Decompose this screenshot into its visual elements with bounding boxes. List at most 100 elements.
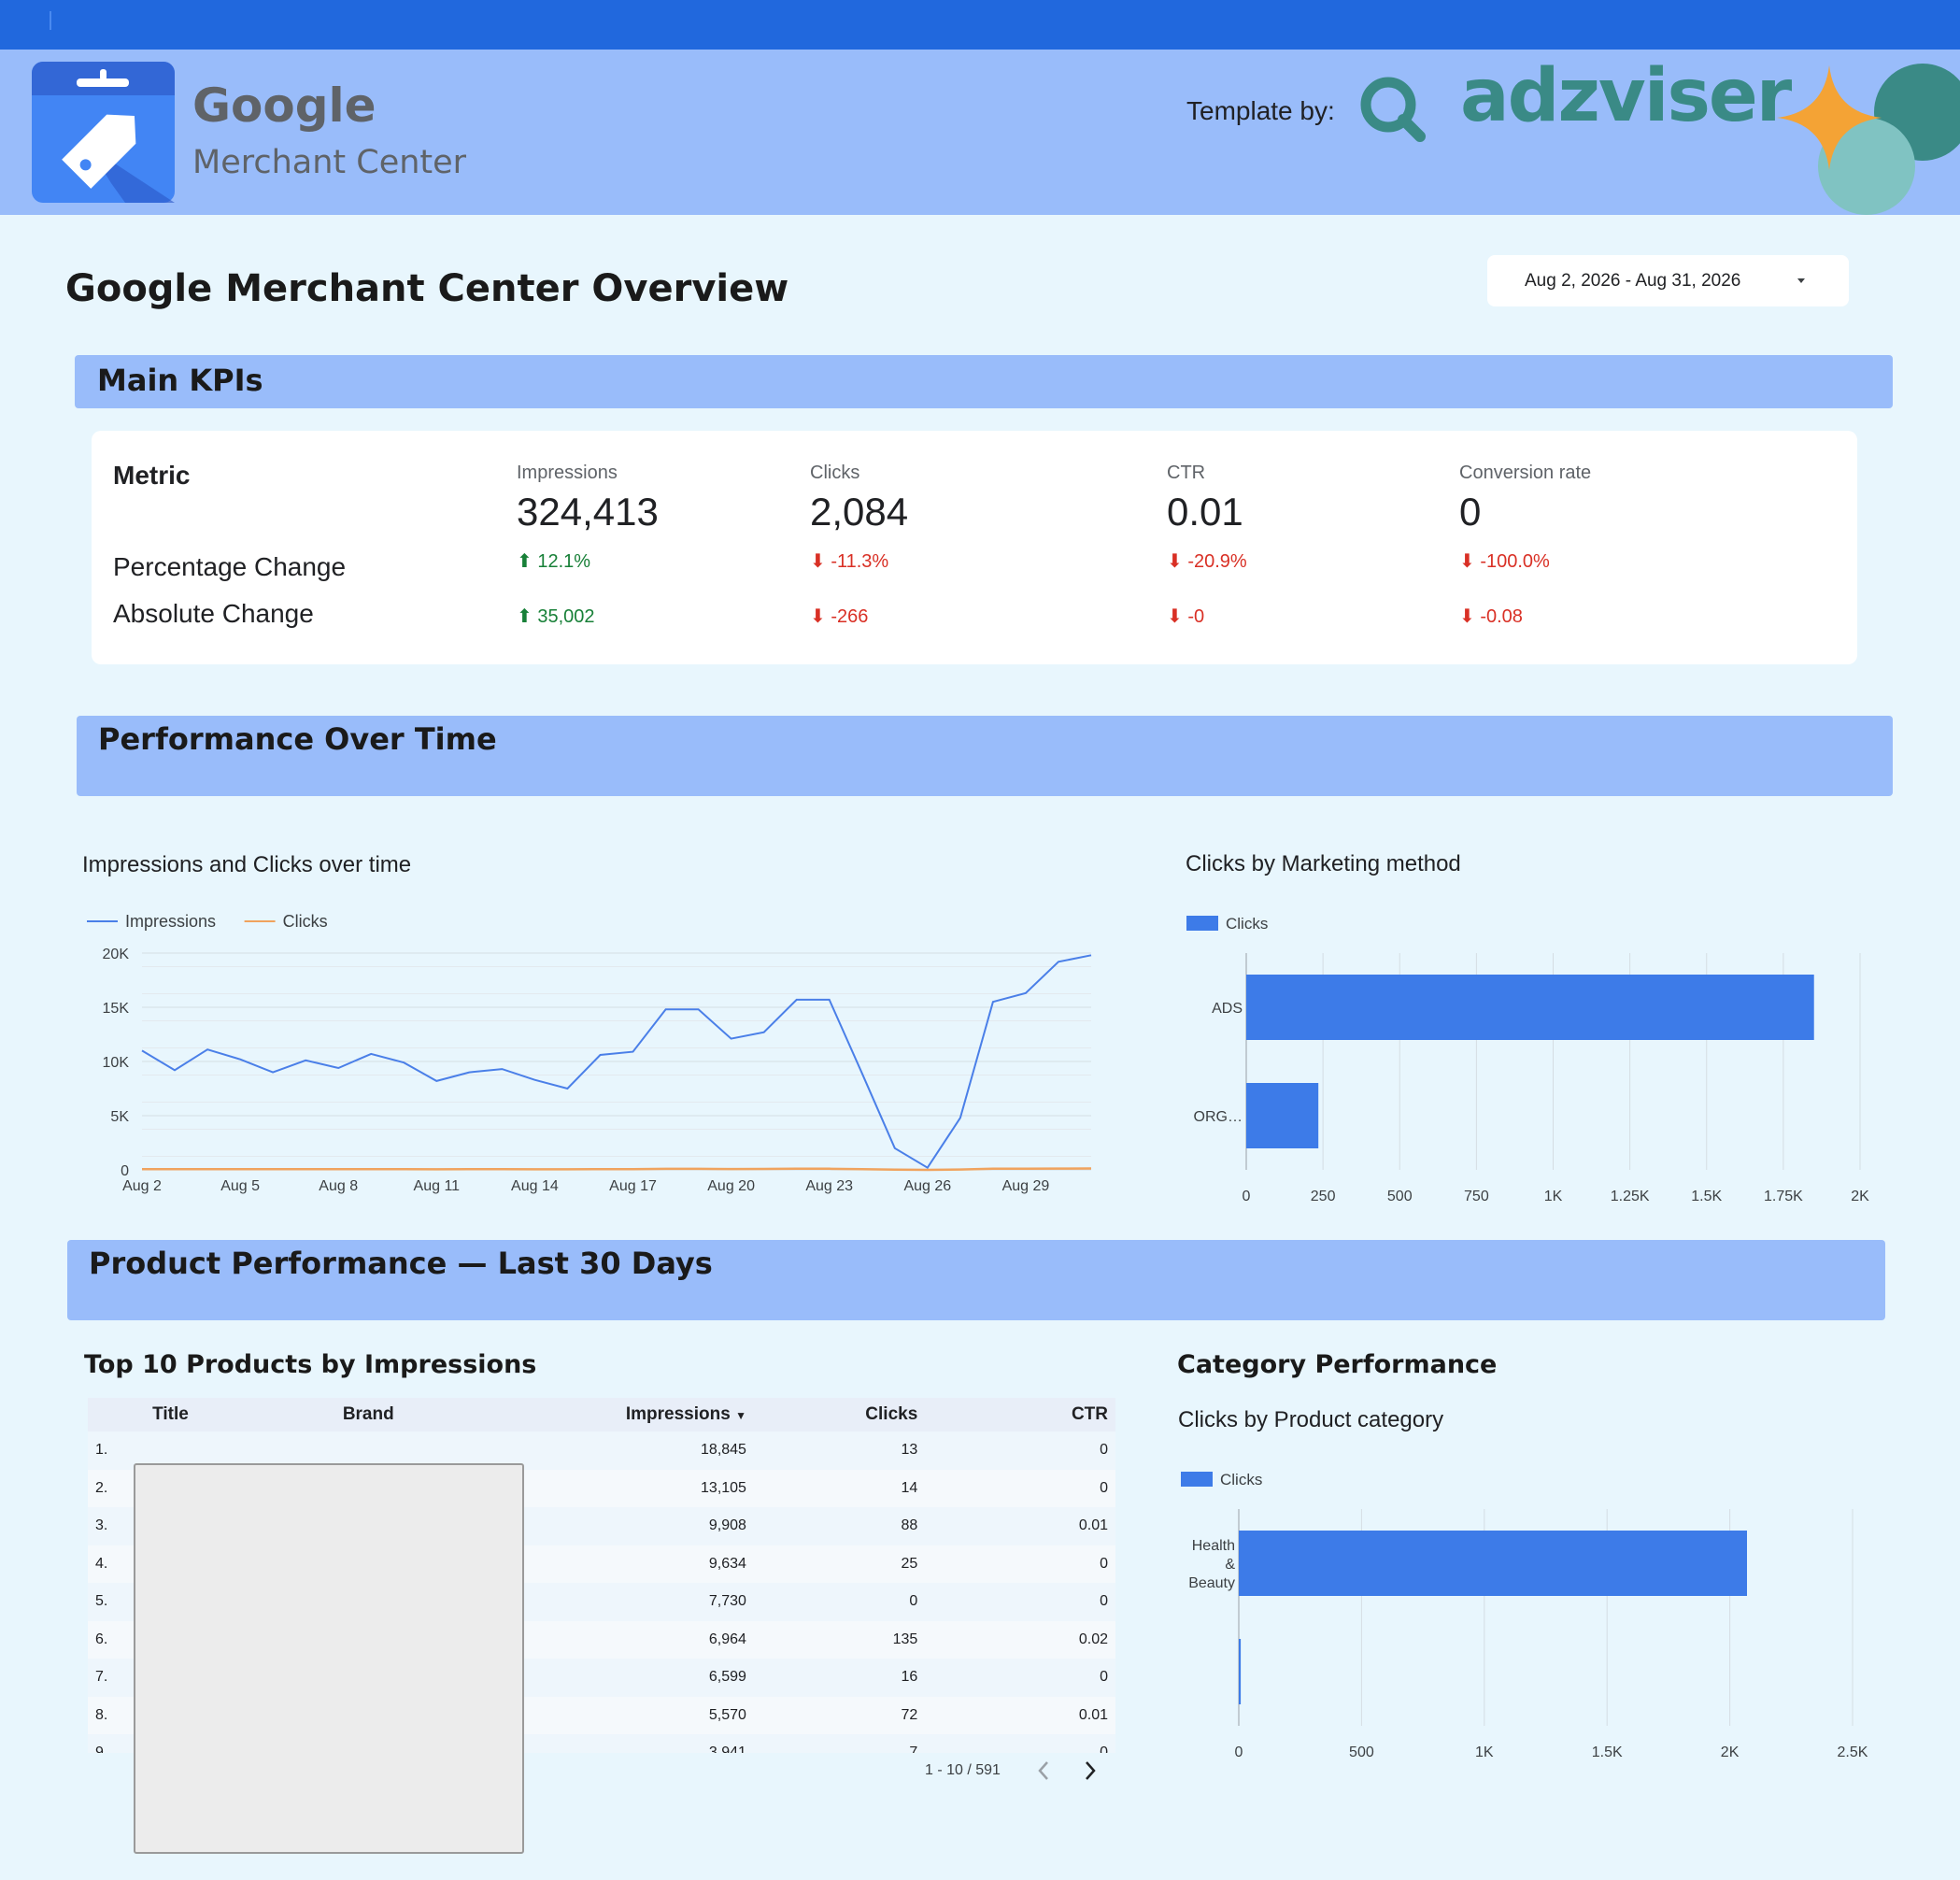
legend-label: Clicks [1220, 1471, 1262, 1488]
bar [1246, 975, 1814, 1040]
legend-label: Clicks [1226, 915, 1268, 933]
arrow-down-icon: ⬇ [810, 551, 826, 572]
x-tick-label: Aug 23 [805, 1178, 853, 1194]
arrow-up-icon: ⬆ [517, 551, 533, 572]
merchant-center-logo-icon [32, 62, 175, 203]
category-label: & [1225, 1557, 1235, 1573]
impressions-clicks-line-chart[interactable]: Impressions Clicks 0 5K 10K 15K 20K Aug 2 Aug 5 A… [82, 897, 1110, 1205]
legend-label: Impressions [125, 912, 216, 931]
kpi-conversion-pct: ⬇ -100.0% [1459, 549, 1550, 573]
row-clicks: 88 [753, 1507, 926, 1545]
row-clicks: 72 [753, 1696, 926, 1734]
kpi-impressions-pct: ⬆ 12.1% [517, 549, 590, 573]
x-tick-label: 1.25K [1611, 1189, 1650, 1204]
kpi-label: Conversion rate [1459, 463, 1592, 483]
row-ctr: 0 [925, 1583, 1115, 1621]
arrow-down-icon: ⬇ [1167, 551, 1183, 572]
y-tick-label: 15K [103, 1001, 130, 1017]
x-tick-label: Aug 29 [1002, 1178, 1050, 1194]
y-tick-label: 20K [103, 947, 130, 962]
logo-wordmark-merchant-center: Merchant Center [192, 144, 467, 181]
abs-value: -266 [831, 606, 869, 627]
pct-value: -20.9% [1187, 551, 1247, 572]
x-tick-label: Aug 26 [903, 1178, 951, 1194]
kpi-impressions: Impressions 324,413 [517, 463, 659, 534]
top-app-bar [0, 0, 1960, 50]
x-tick-label: 500 [1349, 1745, 1374, 1760]
kpi-ctr-abs: ⬇ -0 [1167, 605, 1204, 628]
clicks-by-marketing-method-chart[interactable]: Clicks 0 250 500 750 1K 1.25K 1.5K 1.75K 2K ADS ORG… [1177, 897, 1887, 1205]
arrow-down-icon: ⬇ [1167, 606, 1183, 627]
line-chart-title: Impressions and Clicks over time [82, 852, 412, 877]
pct-value: -11.3% [831, 551, 889, 572]
x-tick-label: 1K [1475, 1745, 1494, 1760]
pct-value: 12.1% [537, 551, 591, 572]
x-tick-label: Aug 2 [122, 1178, 162, 1194]
x-tick-label: Aug 17 [609, 1178, 657, 1194]
x-tick-label: Aug 20 [707, 1178, 755, 1194]
section-title: Product Performance — Last 30 Days [89, 1246, 713, 1281]
x-tick-label: 0 [1235, 1745, 1243, 1760]
category-label: Beauty [1188, 1575, 1235, 1591]
adzviser-search-icon [1360, 77, 1426, 142]
x-tick-label: 1.5K [1592, 1745, 1623, 1760]
col-clicks[interactable]: Clicks [753, 1398, 926, 1431]
date-range-value: Aug 2, 2026 - Aug 31, 2026 [1525, 271, 1741, 291]
kpi-label: Impressions [517, 463, 618, 483]
bar-chart-category-title: Clicks by Product category [1178, 1407, 1444, 1432]
row-ctr: 0 [925, 1431, 1115, 1470]
kpi-row-percentage: Percentage Change [113, 552, 347, 581]
x-tick-label: 2K [1721, 1745, 1740, 1760]
row-ctr: 0.01 [925, 1696, 1115, 1734]
x-tick-label: 0 [1243, 1189, 1251, 1204]
row-ctr: 0 [925, 1469, 1115, 1507]
row-impressions: 9,634 [496, 1545, 754, 1583]
kpi-conversion-abs: ⬇ -0.08 [1459, 605, 1523, 628]
row-impressions: 5,570 [496, 1696, 754, 1734]
kpi-scorecard: Metric Percentage Change Absolute Change… [92, 431, 1857, 664]
x-tick-label: 750 [1464, 1189, 1489, 1204]
bar-chart-marketing-title: Clicks by Marketing method [1186, 851, 1461, 876]
row-clicks: 135 [753, 1620, 926, 1659]
kpi-conversion-rate: Conversion rate 0 [1459, 463, 1591, 534]
clicks-by-product-category-chart[interactable]: Clicks 0 500 1K 1.5K 2K 2.5K Health & Beauty [1168, 1453, 1915, 1761]
col-title[interactable]: Title [145, 1398, 335, 1431]
x-tick-label: 1K [1544, 1189, 1563, 1204]
x-tick-label: Aug 8 [319, 1178, 358, 1194]
arrow-down-icon: ⬇ [1459, 606, 1475, 627]
adzviser-logo: adzviser [1460, 54, 1792, 138]
row-impressions: 13,105 [496, 1469, 754, 1507]
kpi-label: Clicks [810, 463, 860, 483]
col-impressions[interactable]: Impressions ▼ [496, 1398, 754, 1431]
date-range-picker[interactable]: Aug 2, 2026 - Aug 31, 2026 [1487, 255, 1849, 306]
row-ctr: 0.01 [925, 1507, 1115, 1545]
pct-value: -100.0% [1480, 551, 1550, 572]
chevron-down-icon [1797, 278, 1805, 283]
pagination-label: 1 - 10 / 591 [925, 1762, 1001, 1778]
products-table-title: Top 10 Products by Impressions [84, 1350, 537, 1379]
x-tick-label: 1.5K [1691, 1189, 1722, 1204]
row-impressions: 6,964 [496, 1620, 754, 1659]
col-brand[interactable]: Brand [334, 1398, 497, 1431]
arrow-down-icon: ⬇ [1459, 551, 1475, 572]
section-product-performance: Product Performance — Last 30 Days [67, 1240, 1885, 1320]
bar [1246, 1083, 1319, 1148]
abs-value: -0.08 [1480, 606, 1523, 627]
legend-label: Clicks [283, 912, 328, 931]
row-clicks: 14 [753, 1469, 926, 1507]
y-tick-label: 0 [121, 1163, 129, 1179]
section-performance-over-time: Performance Over Time [77, 716, 1893, 796]
col-ctr[interactable]: CTR [925, 1398, 1115, 1431]
category-label: ORG… [1194, 1109, 1243, 1125]
chevron-left-icon[interactable] [1033, 1759, 1054, 1783]
kpi-clicks: Clicks 2,084 [810, 463, 908, 534]
x-tick-label: 500 [1387, 1189, 1413, 1204]
chevron-right-icon[interactable] [1080, 1759, 1101, 1783]
arrow-down-icon: ⬇ [810, 606, 826, 627]
kpi-ctr-pct: ⬇ -20.9% [1167, 549, 1247, 573]
row-clicks: 0 [753, 1583, 926, 1621]
category-performance-title: Category Performance [1177, 1350, 1498, 1379]
row-impressions: 7,730 [496, 1583, 754, 1621]
kpi-ctr: CTR 0.01 [1167, 463, 1243, 534]
section-main-kpis: Main KPIs [75, 355, 1893, 408]
